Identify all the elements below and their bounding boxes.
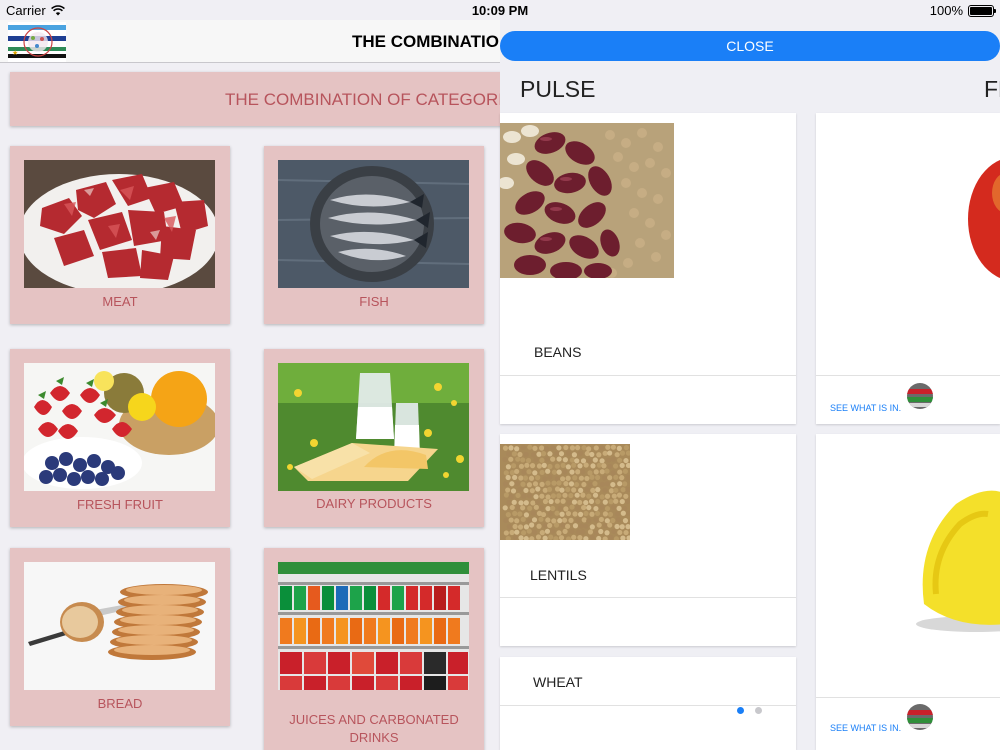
- item-card-lentils[interactable]: LENTILS: [500, 434, 796, 646]
- divider: [500, 705, 796, 706]
- mini-avatar: [907, 383, 933, 409]
- app-logo-icon[interactable]: ★: [8, 22, 66, 62]
- category-label-fresh-fruit: FRESH FRUIT: [77, 497, 163, 512]
- item-name-lentils: LENTILS: [530, 567, 587, 583]
- clock: 10:09 PM: [471, 3, 529, 18]
- page-indicator-dot[interactable]: [755, 707, 762, 714]
- drinks-photo: [278, 562, 469, 690]
- category-label-bread: BREAD: [97, 696, 143, 711]
- item-name-wheat: WHEAT: [533, 674, 583, 690]
- battery-percent: 100%: [929, 3, 963, 18]
- see-what-is-in-link[interactable]: SEE WHAT IS IN.: [830, 403, 901, 413]
- category-banner: THE COMBINATION OF CATEGORIES: [10, 72, 500, 126]
- grapefruit-photo: [916, 490, 1000, 632]
- divider: [816, 697, 1000, 698]
- section-title-pulse: PULSE: [520, 76, 596, 102]
- status-bar: Carrier 10:09 PM 100%: [0, 0, 1000, 20]
- item-card-apple[interactable]: SEE WHAT IS IN.: [816, 113, 1000, 424]
- section-title-fruit: FRUIT: [984, 76, 1000, 102]
- category-label-juices-drinks: JUICES AND CARBONATED DRINKS: [289, 712, 459, 745]
- category-card-meat[interactable]: MEAT: [10, 146, 230, 324]
- lentils-photo: [500, 444, 630, 540]
- banner-title: THE COMBINATION OF CATEGORIES: [225, 90, 500, 109]
- divider: [500, 375, 796, 376]
- category-card-juices-drinks[interactable]: JUICES AND CARBONATED DRINKS: [264, 548, 484, 750]
- detail-sheet: CLOSE PULSE FRUIT: [500, 20, 1000, 750]
- item-card-wheat[interactable]: WHEAT: [500, 657, 796, 750]
- item-card-beans[interactable]: BEANS: [500, 113, 796, 424]
- page-indicator-dot-active[interactable]: [737, 707, 744, 714]
- mini-avatar: [907, 704, 933, 730]
- fruit-photo: [24, 363, 215, 491]
- see-what-is-in-link[interactable]: SEE WHAT IS IN.: [830, 723, 901, 733]
- category-label-dairy-products: DAIRY PRODUCTS: [316, 496, 432, 511]
- categories-screen: ★ THE COMBINATION OF CATEGORIES THE COMB…: [0, 0, 500, 750]
- bread-photo: [24, 562, 215, 690]
- nav-title: THE COMBINATION OF CATEGORIES: [352, 32, 500, 51]
- item-card-grapefruit[interactable]: SEE WHAT IS IN.: [816, 434, 1000, 750]
- category-card-bread[interactable]: BREAD: [10, 548, 230, 726]
- apple-photo: [968, 159, 1000, 279]
- category-card-fish[interactable]: FISH: [264, 146, 484, 324]
- beans-photo: [500, 123, 674, 278]
- meat-photo: [24, 160, 215, 288]
- divider: [816, 375, 1000, 376]
- dairy-photo: [278, 363, 469, 491]
- category-label-meat: MEAT: [102, 294, 138, 309]
- navigation-bar: ★ THE COMBINATION OF CATEGORIES: [0, 20, 500, 63]
- status-right: 100%: [929, 3, 996, 18]
- fish-photo: [278, 160, 469, 288]
- category-card-fresh-fruit[interactable]: FRESH FRUIT: [10, 349, 230, 527]
- divider: [500, 597, 796, 598]
- close-button[interactable]: CLOSE: [500, 31, 1000, 61]
- category-card-dairy-products[interactable]: DAIRY PRODUCTS: [264, 349, 484, 527]
- svg-text:★: ★: [12, 49, 18, 57]
- category-label-fish: FISH: [359, 294, 389, 309]
- item-name-beans: BEANS: [534, 344, 582, 360]
- battery-icon: [968, 4, 996, 17]
